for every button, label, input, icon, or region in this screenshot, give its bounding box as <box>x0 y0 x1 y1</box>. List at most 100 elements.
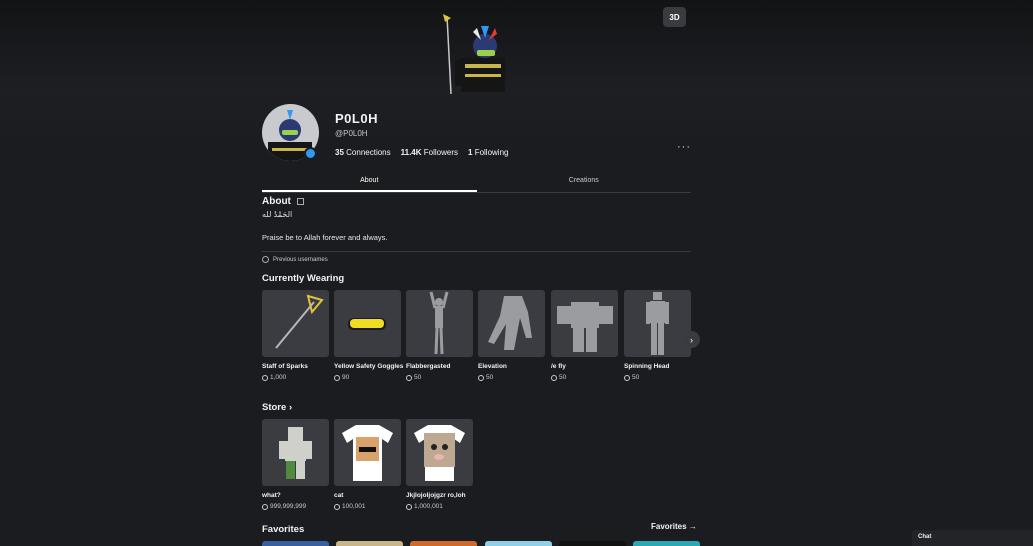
robux-icon <box>624 374 630 381</box>
avatar-full-body-image <box>443 14 505 95</box>
robux-icon <box>406 374 412 381</box>
display-name: P0L0H <box>335 111 378 126</box>
price-value: 999,999,999 <box>270 503 307 510</box>
goggles-image <box>348 318 386 330</box>
chat-panel-toggle[interactable]: Chat <box>912 530 1033 546</box>
robux-icon <box>478 374 484 381</box>
price-value: 100,001 <box>342 503 366 510</box>
robux-icon <box>551 374 557 381</box>
item-thumbnail <box>478 290 545 357</box>
price-value: 50 <box>559 374 567 381</box>
robux-icon <box>334 503 340 510</box>
profile-hero-banner <box>0 0 1033 150</box>
followers-count: 11.4K <box>400 148 422 157</box>
item-thumbnail <box>334 290 401 357</box>
store-heading[interactable]: Store › <box>262 402 292 413</box>
robux-icon <box>262 503 268 510</box>
item-name: Yellow Safety Goggles <box>334 363 404 370</box>
about-heading: About <box>262 196 304 207</box>
wearing-item[interactable]: Spinning Head 50 <box>624 290 691 381</box>
staff-image <box>275 294 324 349</box>
item-thumbnail <box>334 419 401 486</box>
robux-icon <box>406 503 412 510</box>
item-name: cat <box>334 492 344 499</box>
following-stat[interactable]: 1 Following <box>468 148 508 157</box>
view-3d-button[interactable]: 3D <box>663 7 686 27</box>
price-value: 1,000 <box>270 374 287 381</box>
username: @P0L0H <box>335 129 368 138</box>
item-price: 50 <box>551 374 618 381</box>
chat-label: Chat <box>918 534 932 540</box>
profile-tabs: About Creations <box>262 172 691 193</box>
favorite-game-thumbnail[interactable] <box>336 541 403 546</box>
item-price: 999,999,999 <box>262 503 329 510</box>
favorite-game-thumbnail[interactable] <box>559 541 626 546</box>
connections-count: 35 <box>335 148 344 157</box>
arrow-right-icon: → <box>688 522 697 531</box>
robux-icon <box>262 374 268 381</box>
fly-animation-image <box>557 302 613 352</box>
store-item[interactable]: what? 999,999,999 <box>262 419 329 510</box>
chevron-right-icon: › <box>288 402 293 413</box>
item-name: /e fly <box>551 363 566 370</box>
item-thumbnail <box>262 419 329 486</box>
carousel-next-button[interactable]: › <box>683 331 700 348</box>
favorites-link-label: Favorites <box>651 522 687 531</box>
about-divider <box>262 251 691 252</box>
about-bio: Praise be to Allah forever and always. <box>262 233 388 242</box>
item-price: 90 <box>334 374 401 381</box>
following-count: 1 <box>468 148 473 157</box>
favorite-game-thumbnail[interactable] <box>262 541 329 546</box>
wearing-item[interactable]: Staff of Sparks 1,000 <box>262 290 329 381</box>
edit-icon[interactable] <box>296 197 304 205</box>
price-value: 50 <box>632 374 640 381</box>
wearing-item[interactable]: Flabbergasted 50 <box>406 290 473 381</box>
tab-about[interactable]: About <box>262 172 477 192</box>
followers-stat[interactable]: 11.4K Followers <box>401 148 458 157</box>
history-icon <box>262 256 269 263</box>
spinning-head-image <box>646 292 669 355</box>
item-price: 100,001 <box>334 503 401 510</box>
item-thumbnail <box>406 419 473 486</box>
favorites-title: Favorites <box>262 524 305 535</box>
favorite-game-thumbnail[interactable] <box>633 541 700 546</box>
elevation-animation-image <box>488 296 532 350</box>
item-thumbnail <box>551 290 618 357</box>
following-label: Following <box>474 148 509 157</box>
robux-icon <box>334 374 340 381</box>
previous-usernames-label: Previous usernames <box>273 256 328 263</box>
price-value: 90 <box>342 374 350 381</box>
favorites-link[interactable]: Favorites → <box>651 522 697 531</box>
followers-label: Followers <box>423 148 458 157</box>
flabbergasted-emote-image <box>429 291 449 355</box>
chevron-right-icon: › <box>690 334 693 345</box>
item-name: Flabbergasted <box>406 363 451 370</box>
hamster-shirt-image <box>414 425 465 481</box>
store-item[interactable]: Jkjlojoljojgzr ro,loh 1,000,001 <box>406 419 473 510</box>
store-item[interactable]: cat 100,001 <box>334 419 401 510</box>
item-price: 1,000,001 <box>406 503 473 510</box>
item-price: 50 <box>624 374 691 381</box>
item-name: Elevation <box>478 363 507 370</box>
tab-creations[interactable]: Creations <box>477 172 692 192</box>
cat-shirt-image <box>342 425 393 481</box>
item-name: what? <box>262 492 281 499</box>
item-name: Jkjlojoljojgzr ro,loh <box>406 492 466 499</box>
price-value: 50 <box>486 374 494 381</box>
what-bundle-image <box>279 427 312 479</box>
item-thumbnail <box>262 290 329 357</box>
about-arabic-text: الحَمْدُ لله <box>262 210 293 219</box>
previous-usernames-button[interactable]: Previous usernames <box>262 256 328 263</box>
favorite-game-thumbnail[interactable] <box>410 541 477 546</box>
connections-label: Connections <box>346 148 391 157</box>
favorite-game-thumbnail[interactable] <box>485 541 552 546</box>
wearing-item[interactable]: Elevation 50 <box>478 290 545 381</box>
wearing-item[interactable]: Yellow Safety Goggles 90 <box>334 290 404 381</box>
more-options-button[interactable]: ··· <box>677 141 691 153</box>
connections-stat[interactable]: 35 Connections <box>335 148 391 157</box>
item-name: Staff of Sparks <box>262 363 308 370</box>
item-name: Spinning Head <box>624 363 670 370</box>
wearing-item[interactable]: /e fly 50 <box>551 290 618 381</box>
about-title: About <box>262 196 291 207</box>
item-thumbnail <box>406 290 473 357</box>
